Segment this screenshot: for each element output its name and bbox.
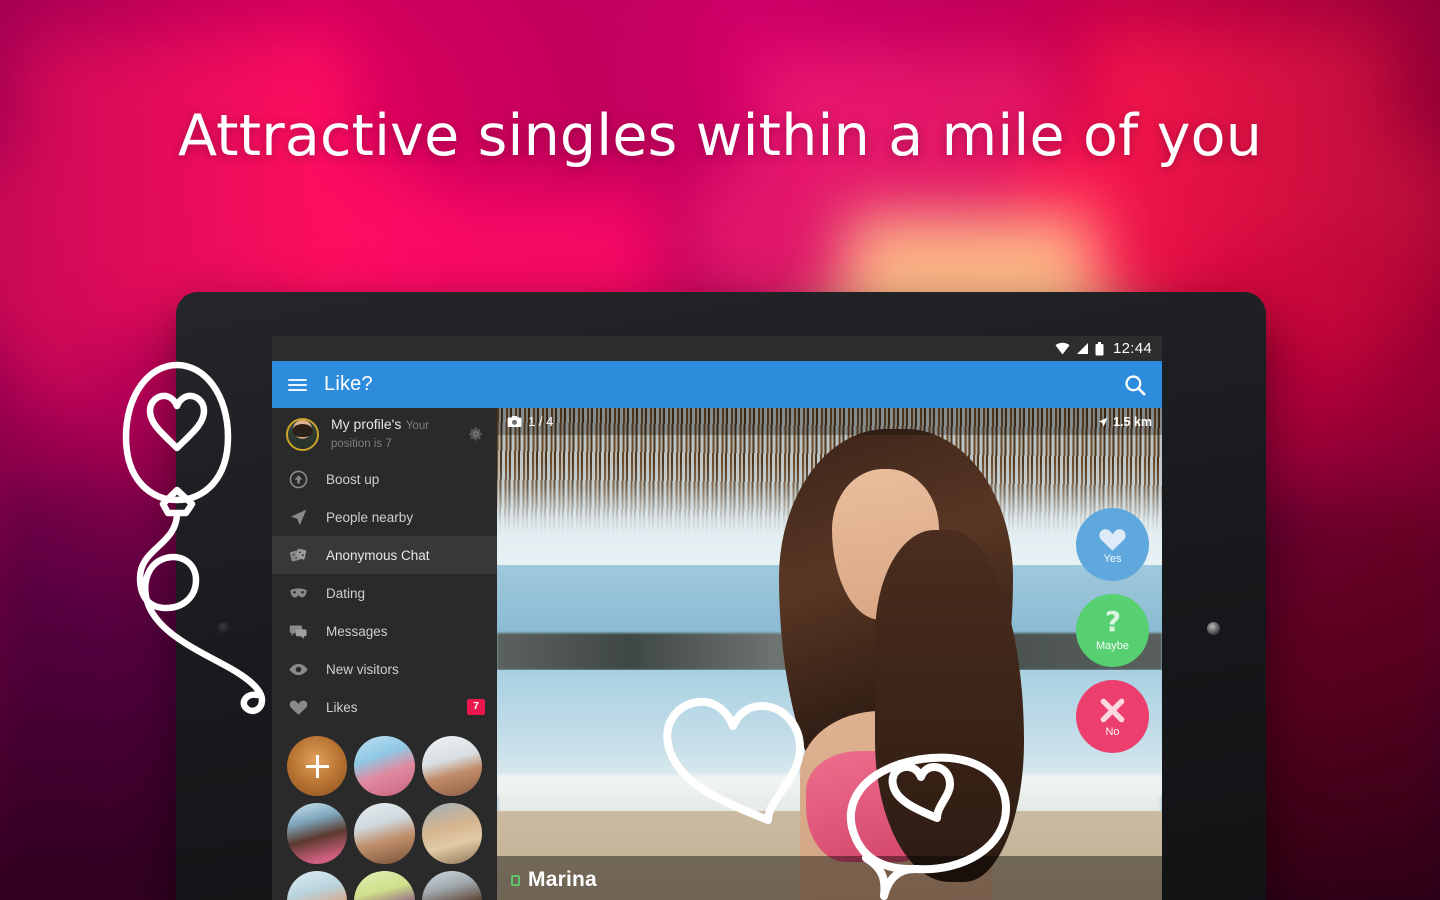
- camera-icon: [507, 416, 522, 427]
- avatar-add-tile[interactable]: [287, 736, 348, 797]
- sensor-icon: [1207, 622, 1220, 635]
- navigation-drawer: My profile's Your position is 7 Boost up…: [272, 408, 497, 900]
- avatar-tile[interactable]: [287, 803, 348, 864]
- avatar-grid: [272, 726, 497, 900]
- online-status-icon: [511, 874, 520, 886]
- plus-icon: [287, 736, 347, 796]
- app-bar: Like?: [272, 361, 1162, 408]
- tablet-screen: 12:44 Like? My profile's Your position i…: [272, 336, 1162, 900]
- avatar-tile[interactable]: [421, 870, 482, 900]
- svg-text:?: ?: [1104, 609, 1120, 638]
- sidebar-item-likes[interactable]: Likes 7: [272, 688, 497, 726]
- profile-name: Marina: [528, 868, 597, 891]
- profile-card[interactable]: 1 / 4 1.5 km Yes ? Maybe No Marina: [497, 408, 1162, 900]
- likes-badge: 7: [467, 699, 485, 715]
- photo-overlay-bar: 1 / 4 1.5 km: [497, 408, 1162, 435]
- tablet-device-frame: 12:44 Like? My profile's Your position i…: [176, 292, 1266, 900]
- heart-icon: [288, 697, 309, 718]
- search-icon[interactable]: [1122, 372, 1148, 398]
- sidebar-item-people-nearby[interactable]: People nearby: [272, 498, 497, 536]
- battery-icon: [1095, 341, 1104, 355]
- photo-subject: [763, 428, 1029, 900]
- sidebar-item-boost-up[interactable]: Boost up: [272, 460, 497, 498]
- app-title: Like?: [324, 373, 373, 395]
- sidebar-item-new-visitors[interactable]: New visitors: [272, 650, 497, 688]
- sidebar-item-messages[interactable]: Messages: [272, 612, 497, 650]
- eye-icon: [288, 659, 309, 680]
- profile-info-bar: Marina Who wants to see a movie tonight?: [497, 856, 1162, 900]
- sidebar-item-label: Dating: [326, 585, 366, 601]
- action-buttons: Yes ? Maybe No: [1076, 508, 1149, 753]
- maybe-button[interactable]: ? Maybe: [1076, 594, 1149, 667]
- avatar-tile[interactable]: [421, 803, 482, 864]
- yes-label: Yes: [1103, 553, 1122, 565]
- promo-headline: Attractive singles within a mile of you: [177, 103, 1263, 169]
- yes-button[interactable]: Yes: [1076, 508, 1149, 581]
- distance-label: 1.5 km: [1113, 414, 1152, 429]
- gear-icon[interactable]: [467, 425, 485, 443]
- avatar[interactable]: [286, 417, 319, 451]
- question-mark-icon: ?: [1104, 609, 1120, 638]
- sidebar-item-dating[interactable]: Dating: [272, 574, 497, 612]
- front-camera-icon: [218, 622, 231, 635]
- sidebar-item-label: Messages: [326, 623, 388, 639]
- arrow-up-circle-icon: [288, 469, 309, 490]
- status-bar: 12:44: [272, 336, 1162, 361]
- avatar-tile[interactable]: [354, 870, 415, 900]
- maybe-label: Maybe: [1095, 640, 1130, 652]
- photo-counter: 1 / 4: [528, 414, 554, 429]
- sidebar-item-anonymous-chat[interactable]: Anonymous Chat: [272, 536, 497, 574]
- distance-group: 1.5 km: [1097, 415, 1152, 429]
- sidebar-profile-row[interactable]: My profile's Your position is 7: [272, 408, 497, 460]
- sidebar-item-label: New visitors: [326, 661, 399, 677]
- dice-cards-icon: [288, 545, 309, 566]
- no-label: No: [1105, 725, 1120, 738]
- avatar-tile[interactable]: [287, 870, 348, 900]
- wifi-icon: [1055, 342, 1070, 355]
- sidebar-item-label: Anonymous Chat: [326, 547, 430, 563]
- mask-icon: [288, 583, 309, 604]
- sidebar-item-label: Boost up: [326, 471, 380, 487]
- status-bar-clock: 12:44: [1112, 340, 1152, 357]
- chat-bubbles-icon: [288, 621, 309, 642]
- sidebar-profile-name: My profile's: [331, 416, 402, 432]
- sidebar-item-label: People nearby: [326, 509, 414, 525]
- avatar-tile[interactable]: [354, 736, 415, 797]
- location-arrow-icon: [1098, 417, 1108, 426]
- profile-name-row: Marina: [511, 868, 1148, 892]
- profile-photo: [497, 408, 1162, 900]
- avatar-tile[interactable]: [421, 736, 482, 797]
- heart-icon: [1099, 529, 1126, 551]
- sidebar-item-label: Likes: [326, 699, 358, 715]
- app-body: My profile's Your position is 7 Boost up…: [272, 408, 1162, 900]
- hamburger-menu-icon[interactable]: [288, 378, 307, 391]
- photo-counter-group: 1 / 4: [507, 414, 553, 429]
- navigation-arrow-icon: [288, 507, 309, 528]
- signal-icon: [1076, 343, 1088, 354]
- avatar-tile[interactable]: [354, 803, 415, 864]
- cross-icon: [1100, 698, 1125, 722]
- sidebar-profile-text: My profile's Your position is 7: [331, 416, 455, 452]
- no-button[interactable]: No: [1076, 680, 1149, 753]
